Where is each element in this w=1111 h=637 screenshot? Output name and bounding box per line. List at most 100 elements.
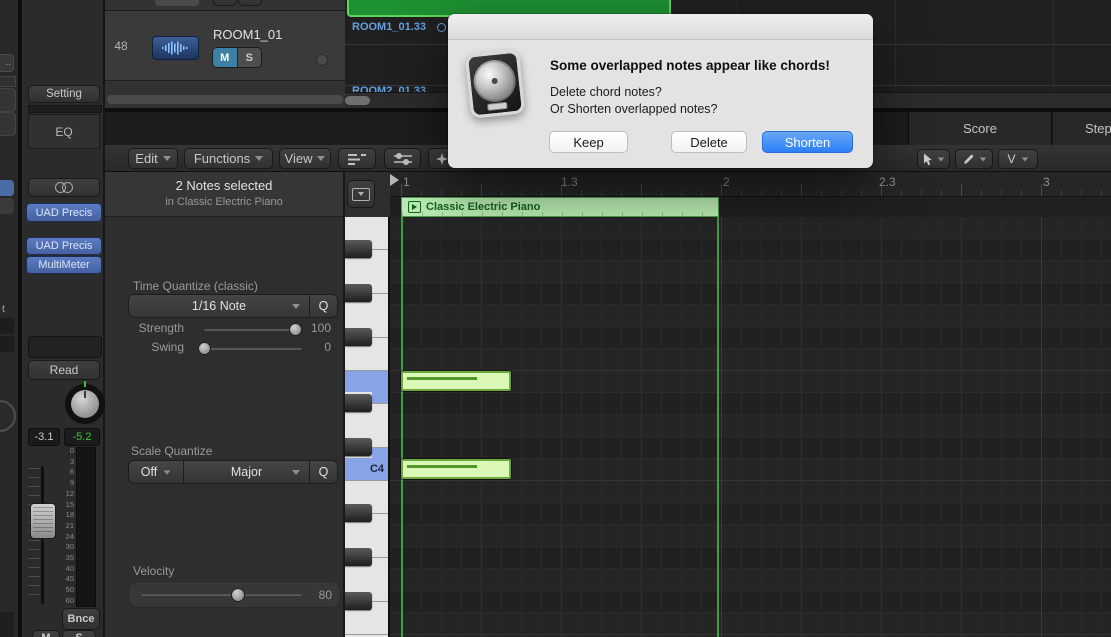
view-menu-button[interactable]: View [279,148,331,169]
piano-key[interactable] [345,414,388,436]
midi-note-c4[interactable] [401,459,511,479]
automation-mode-button[interactable]: Read [28,360,100,380]
region-header-bar[interactable]: Classic Electric Piano [401,197,719,217]
plugin-slot-multimeter[interactable]: MultiMeter [26,256,102,274]
piano-key[interactable] [345,370,388,392]
piano-key[interactable] [345,282,388,304]
scale-root-dropdown[interactable]: Off [129,461,183,483]
clipped-button[interactable] [0,88,16,112]
clipped-plugin-button[interactable] [0,180,14,196]
scale-quantize-apply-button[interactable]: Q [310,461,337,483]
clipped-button[interactable] [0,198,14,214]
time-quantize-value-section[interactable]: 1/16 Note [129,295,309,317]
track-mute-button[interactable]: M [213,48,238,67]
keep-button[interactable]: Keep [549,131,628,153]
grid-line-vertical [661,217,662,637]
track-icon-waveform[interactable] [152,36,199,60]
piano-key[interactable] [345,590,388,612]
velocity-slider-track[interactable] [141,593,302,596]
clipped-button[interactable]: .. [0,54,14,72]
functions-menu-button[interactable]: Functions [184,148,273,169]
bounce-button[interactable]: Bnce [62,608,100,630]
strip-mute-button[interactable]: M [32,630,60,637]
clipped-label: t [2,304,5,315]
bar-ruler[interactable]: 1 1.3 2 2.3 3 [390,172,1111,197]
swing-slider-thumb[interactable] [198,342,211,355]
grid-line-vertical [481,217,482,637]
piano-key[interactable] [345,480,388,502]
eq-thumbnail[interactable]: EQ [28,114,100,149]
tab-score[interactable]: Score [908,112,1052,145]
v-tool-label: V [1007,152,1016,166]
time-quantize-dropdown[interactable]: 1/16 Note Q [128,294,338,318]
plugin-slot-uad-2[interactable]: UAD Precis [26,237,102,255]
piano-key[interactable] [345,304,388,326]
meter-scale-number: 0 [69,446,74,455]
loop-icon[interactable] [437,23,446,32]
piano-key[interactable] [345,612,388,634]
dialog-titlebar[interactable] [448,14,873,40]
pointer-tool-button[interactable] [917,149,950,169]
velocity-slider-thumb[interactable] [231,588,245,602]
meter-scale-number: 3 [69,456,74,466]
chevron-down-icon [163,469,171,475]
channel-setting-button[interactable]: Setting [28,85,100,103]
horizontal-scrollbar-thumb[interactable] [345,96,370,105]
piano-key[interactable] [345,524,388,546]
piano-key[interactable] [345,436,388,458]
midi-draw-button[interactable] [384,148,421,169]
meter-scale-number: 30 [65,542,74,552]
stereo-circles-button[interactable] [28,178,100,197]
midi-note-e4[interactable] [401,371,511,391]
region-name-label[interactable]: ROOM1_01.33 [352,21,426,33]
gain-value-display[interactable]: -5.2 [64,428,100,446]
strength-slider-track[interactable] [204,328,302,331]
piano-key[interactable] [345,326,388,348]
shorten-button[interactable]: Shorten [762,131,853,153]
track-row[interactable]: 48 ROOM1_01 M S [105,11,345,81]
grid-line-horizontal [390,304,1111,305]
tab-step[interactable]: Step [1053,112,1111,145]
piano-key[interactable] [345,568,388,590]
sends-slot[interactable] [28,336,102,358]
grid-line-vertical [1001,217,1002,637]
time-quantize-apply-button[interactable]: Q [310,295,337,317]
piano-key[interactable] [345,238,388,260]
collapse-mode-button[interactable] [338,148,376,169]
piano-key[interactable] [345,502,388,524]
clipped-button[interactable] [0,112,16,136]
pencil-tool-button[interactable] [955,149,993,169]
swing-slider-track[interactable] [204,347,302,350]
clipped-display [0,336,14,352]
track-solo-button[interactable]: S [237,48,261,67]
catch-disclosure-button[interactable] [347,180,375,208]
meter-scale-number: 6 [69,467,74,477]
chevron-down-icon [255,156,264,161]
pan-knob[interactable] [65,381,105,424]
clipped-mute-button[interactable] [213,0,237,6]
track-name[interactable]: ROOM1_01 [213,27,282,42]
record-indicator[interactable] [316,54,328,66]
edit-menu-label: Edit [135,151,158,166]
piano-key[interactable] [345,260,388,282]
piano-key[interactable] [345,348,388,370]
clipped-knob[interactable] [0,400,16,432]
strength-slider-thumb[interactable] [289,323,302,336]
divider-handle[interactable] [107,95,343,104]
grid-line-vertical [981,217,982,637]
clipped-solo-button[interactable] [238,0,262,6]
chevron-down-icon [1021,157,1028,161]
grid-line-vertical [681,217,682,637]
velocity-tool-button[interactable]: V [998,149,1038,169]
edit-menu-button[interactable]: Edit [128,148,178,169]
note-grid[interactable] [390,217,1111,637]
playhead-marker[interactable] [390,174,399,186]
delete-button[interactable]: Delete [671,131,747,153]
piano-key[interactable] [345,392,388,414]
strip-solo-button[interactable]: S [62,630,96,637]
pan-value-display[interactable]: -3.1 [28,428,60,446]
piano-key[interactable] [345,217,388,238]
piano-key[interactable] [345,546,388,568]
plugin-slot-uad-1[interactable]: UAD Precis [26,203,102,222]
scale-dropdown[interactable]: Major [184,461,309,483]
